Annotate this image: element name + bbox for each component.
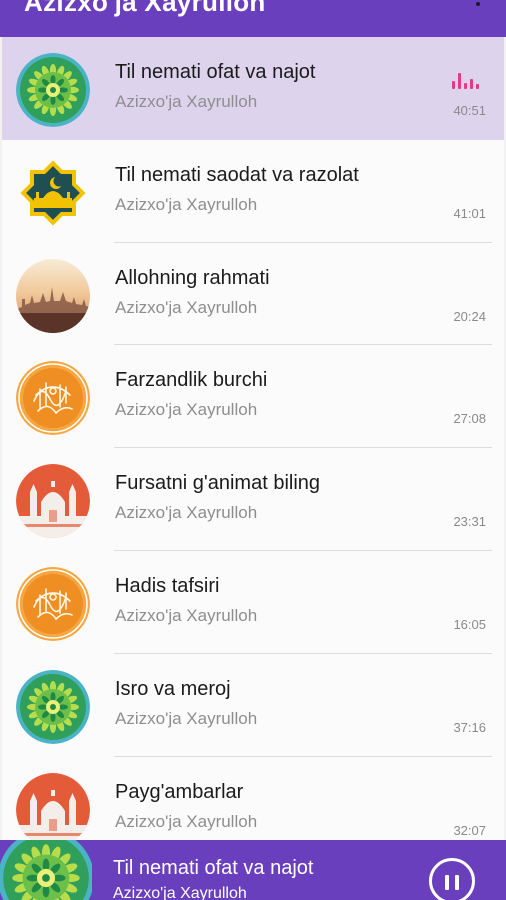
- app-screen: Azizxo'ja Xayrulloh Til nemati ofat va n…: [0, 0, 506, 900]
- now-playing-artist: Azizxo'ja Xayrulloh: [113, 885, 247, 900]
- track-duration: 20:24: [453, 308, 486, 324]
- equalizer-bar: [476, 84, 479, 89]
- track-row[interactable]: Hadis tafsiri Azizxo'ja Xayrulloh 16:05: [2, 550, 504, 654]
- track-artist: Azizxo'ja Xayrulloh: [115, 92, 258, 111]
- track-title: Til nemati saodat va razolat: [115, 163, 359, 186]
- track-duration: 32:07: [453, 822, 486, 838]
- track-artist: Azizxo'ja Xayrulloh: [115, 297, 258, 317]
- track-title: Allohning rahmati: [115, 266, 270, 289]
- track-row[interactable]: Allohning rahmati Azizxo'ja Xayrulloh 20:2…: [2, 242, 504, 346]
- app-bar: Azizxo'ja Xayrulloh: [0, 0, 506, 37]
- now-playing-bar[interactable]: Til nemati ofat va najot Azizxo'ja Xayru…: [0, 840, 506, 900]
- red-mosque-icon: [16, 772, 90, 840]
- equalizer-bar: [452, 81, 455, 89]
- track-row[interactable]: Isro va meroj Azizxo'ja Xayrulloh 37:16: [2, 653, 504, 757]
- equalizer-bar: [470, 79, 473, 89]
- track-row[interactable]: Payg'ambarlar Azizxo'ja Xayrulloh 32:07: [2, 756, 504, 840]
- orange-calligraphy-icon: [16, 566, 90, 641]
- track-title: Payg'ambarlar: [115, 780, 244, 803]
- track-artist: Azizxo'ja Xayrulloh: [115, 194, 258, 214]
- track-artist: Azizxo'ja Xayrulloh: [115, 811, 258, 831]
- city-sunset-icon: [16, 258, 90, 333]
- red-mosque-icon: [16, 464, 90, 539]
- track-duration: 23:31: [453, 514, 486, 530]
- green-ornament-icon: [16, 53, 90, 127]
- app-title: Azizxo'ja Xayrulloh: [24, 0, 266, 17]
- track-row[interactable]: Fursatni g'animat biling Azizxo'ja Xayrul…: [2, 448, 504, 551]
- track-title: Fursatni g'animat biling: [115, 472, 321, 495]
- track-artist: Azizxo'ja Xayrulloh: [115, 400, 258, 420]
- track-title: Hadis tafsiri: [115, 574, 220, 597]
- track-duration: 40:51: [453, 103, 486, 118]
- equalizer-icon: [452, 71, 480, 89]
- track-artist: Azizxo'ja Xayrulloh: [115, 708, 258, 728]
- pause-icon-bar: [455, 875, 459, 890]
- mosque-star-icon: [16, 155, 90, 230]
- track-title: Farzandlik burchi: [115, 369, 268, 392]
- pause-icon: [445, 875, 449, 890]
- track-duration: 41:01: [453, 205, 486, 221]
- track-artist: Azizxo'ja Xayrulloh: [115, 605, 258, 625]
- track-title: Isro va meroj: [115, 677, 231, 700]
- track-list[interactable]: Til nemati ofat va najot Azizxo'ja Xayrul…: [2, 37, 504, 840]
- track-duration: 37:16: [453, 719, 486, 735]
- orange-calligraphy-icon: [16, 361, 90, 436]
- track-row[interactable]: Til nemati saodat va razolat Azizxo'ja Xa…: [2, 139, 504, 243]
- track-row[interactable]: Til nemati ofat va najot Azizxo'ja Xayrul…: [2, 37, 504, 140]
- track-title: Til nemati ofat va najot: [115, 61, 316, 83]
- track-duration: 27:08: [453, 411, 486, 427]
- green-ornament-icon: [16, 669, 90, 744]
- now-playing-title: Til nemati ofat va najot: [113, 857, 314, 879]
- green-ornament-icon: [0, 840, 92, 900]
- equalizer-bar: [458, 73, 461, 89]
- track-duration: 16:05: [453, 616, 486, 632]
- track-row[interactable]: Farzandlik burchi Azizxo'ja Xayrulloh 27:0…: [2, 345, 504, 449]
- equalizer-bar: [464, 83, 467, 89]
- track-artist: Azizxo'ja Xayrulloh: [115, 503, 258, 523]
- more-vert-icon[interactable]: [476, 2, 480, 6]
- pause-button[interactable]: [429, 858, 475, 900]
